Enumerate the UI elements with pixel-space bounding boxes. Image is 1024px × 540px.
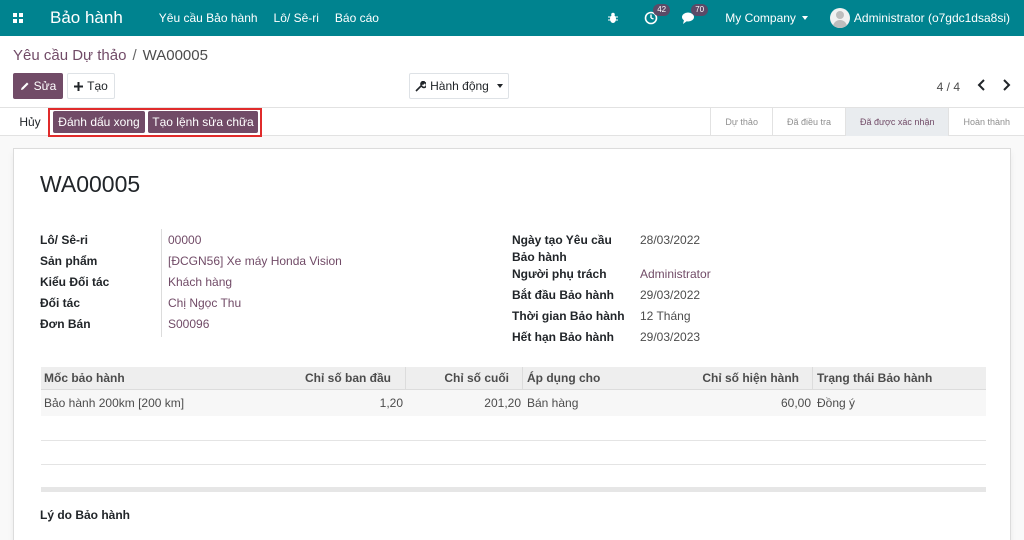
menu-warranty-requests[interactable]: Yêu cầu Bảo hành	[159, 11, 258, 25]
chevron-down-icon	[496, 84, 503, 88]
cell-apply-to: Bán hàng	[527, 396, 579, 410]
field-value-partner-type[interactable]: Khách hàng	[168, 275, 232, 289]
activity-clock-icon[interactable]: 42	[643, 4, 671, 26]
field-value-sale-order[interactable]: S00096	[168, 317, 209, 331]
field-value-lot[interactable]: 00000	[168, 233, 201, 247]
company-switcher[interactable]: My Company	[725, 11, 808, 25]
status-bar: Hủy Đánh dấu xong Tạo lệnh sửa chữa Dự t…	[0, 108, 1024, 137]
apps-menu-icon[interactable]	[0, 0, 36, 36]
form-sheet: WA00005 Lô/ Sê-ri 00000 Sản phẩm [ĐCGN56…	[13, 148, 1011, 540]
messages-count-badge: 70	[691, 4, 709, 16]
edit-button[interactable]: Sửa	[13, 73, 63, 99]
field-label-request-date-line1: Ngày tạo Yêu cầu	[512, 233, 612, 247]
cancel-button[interactable]: Hủy	[13, 110, 47, 134]
menu-reports[interactable]: Báo cáo	[335, 11, 379, 25]
top-navbar: Bảo hành Yêu cầu Bảo hành Lô/ Sê-ri Báo …	[0, 0, 1024, 36]
chevron-right-icon[interactable]	[1000, 78, 1012, 92]
column-separator	[405, 367, 406, 390]
cell-milestone: Bảo hành 200km [200 km]	[44, 396, 185, 410]
field-value-warranty-expiry: 29/03/2023	[640, 330, 701, 344]
field-label-responsible: Người phụ trách	[512, 267, 607, 281]
create-button[interactable]: Tạo	[67, 73, 115, 99]
stage-draft[interactable]: Dự thảo	[710, 108, 772, 136]
field-divider	[161, 229, 162, 337]
stage-investigated[interactable]: Đã điều tra	[771, 108, 845, 136]
user-menu[interactable]: Administrator (o7gdc1dsa8si)	[829, 8, 1010, 28]
warranty-reason-label: Lý do Bảo hành	[40, 508, 130, 522]
cell-final-reading: 201,20	[484, 396, 521, 410]
breadcrumb-parent[interactable]: Yêu cầu Dự thảo	[13, 47, 126, 64]
app-brand[interactable]: Bảo hành	[50, 8, 123, 28]
column-header-final-reading[interactable]: Chỉ số cuối	[411, 367, 509, 390]
mark-done-button[interactable]: Đánh dấu xong	[53, 111, 145, 133]
edit-button-label: Sửa	[33, 79, 57, 93]
divider	[41, 464, 986, 465]
company-name: My Company	[725, 11, 796, 25]
field-label-request-date-line2: Bảo hành	[512, 250, 567, 264]
avatar	[829, 8, 850, 28]
activity-count-badge: 42	[653, 4, 671, 16]
breadcrumb: Yêu cầu Dự thảo / WA00005	[13, 47, 208, 64]
table-row[interactable]: Bảo hành 200km [200 km] 1,20 201,20 Bán …	[41, 390, 986, 416]
action-button-label: Hành động	[430, 79, 489, 93]
bug-icon[interactable]	[605, 10, 621, 26]
column-header-milestone[interactable]: Mốc bảo hành	[44, 367, 125, 390]
cell-initial-reading: 1,20	[379, 396, 403, 410]
record-title: WA00005	[40, 171, 141, 197]
field-value-request-date: 28/03/2022	[640, 233, 701, 247]
field-label-warranty-start: Bắt đầu Bảo hành	[512, 288, 615, 302]
column-header-apply-to[interactable]: Áp dụng cho	[527, 367, 600, 390]
control-panel: Yêu cầu Dự thảo / WA00005 Sửa Tạo Hành độn…	[0, 36, 1024, 108]
cell-current-reading: 60,00	[780, 396, 811, 410]
breadcrumb-current: WA00005	[142, 47, 208, 64]
column-header-warranty-status[interactable]: Trạng thái Bảo hành	[817, 367, 932, 390]
field-value-partner[interactable]: Chị Ngọc Thu	[168, 296, 241, 310]
field-label-partner-type: Kiểu Đối tác	[40, 275, 110, 289]
table-header: Mốc bảo hành Chỉ số ban đầu Chỉ số cuối …	[41, 367, 986, 390]
create-repair-order-button[interactable]: Tạo lệnh sửa chữa	[148, 111, 258, 133]
column-separator	[812, 367, 813, 390]
field-value-responsible[interactable]: Administrator	[640, 267, 711, 281]
plus-icon	[74, 81, 84, 91]
field-label-product: Sản phẩm	[40, 254, 98, 268]
field-value-product[interactable]: [ĐCGN56] Xe máy Honda Vision	[168, 254, 342, 268]
chevron-down-icon	[801, 16, 808, 20]
field-label-warranty-expiry: Hết hạn Bảo hành	[512, 330, 615, 344]
stage-pipeline: Dự thảo Đã điều tra Đã được xác nhận Hoà…	[710, 108, 1024, 136]
field-label-warranty-period: Thời gian Bảo hành	[512, 309, 625, 323]
stage-confirmed[interactable]: Đã được xác nhận	[844, 108, 949, 136]
column-separator	[522, 367, 523, 390]
action-dropdown-button[interactable]: Hành động	[409, 73, 509, 99]
field-value-warranty-period: 12 Tháng	[640, 309, 691, 323]
column-header-current-reading[interactable]: Chỉ số hiện hành	[661, 367, 799, 390]
chevron-left-icon[interactable]	[976, 78, 988, 92]
field-label-partner: Đối tác	[40, 296, 81, 310]
field-label-lot: Lô/ Sê-ri	[40, 233, 89, 247]
pencil-icon	[20, 82, 29, 90]
cell-warranty-status: Đồng ý	[817, 396, 856, 410]
column-header-initial-reading[interactable]: Chỉ số ban đầu	[241, 367, 391, 390]
breadcrumb-separator: /	[132, 47, 137, 64]
create-button-label: Tạo	[87, 79, 108, 93]
wrench-icon	[415, 80, 427, 92]
field-value-warranty-start: 29/03/2022	[640, 288, 701, 302]
stage-done[interactable]: Hoàn thành	[948, 108, 1024, 136]
pager-value[interactable]: 4 / 4	[937, 80, 960, 94]
messages-icon[interactable]: 70	[681, 4, 709, 26]
field-label-sale-order: Đơn Bán	[40, 317, 91, 331]
user-name: Administrator (o7gdc1dsa8si)	[853, 11, 1010, 25]
menu-lots-serials[interactable]: Lô/ Sê-ri	[274, 11, 319, 25]
table-footer	[41, 487, 986, 492]
divider	[41, 440, 986, 441]
